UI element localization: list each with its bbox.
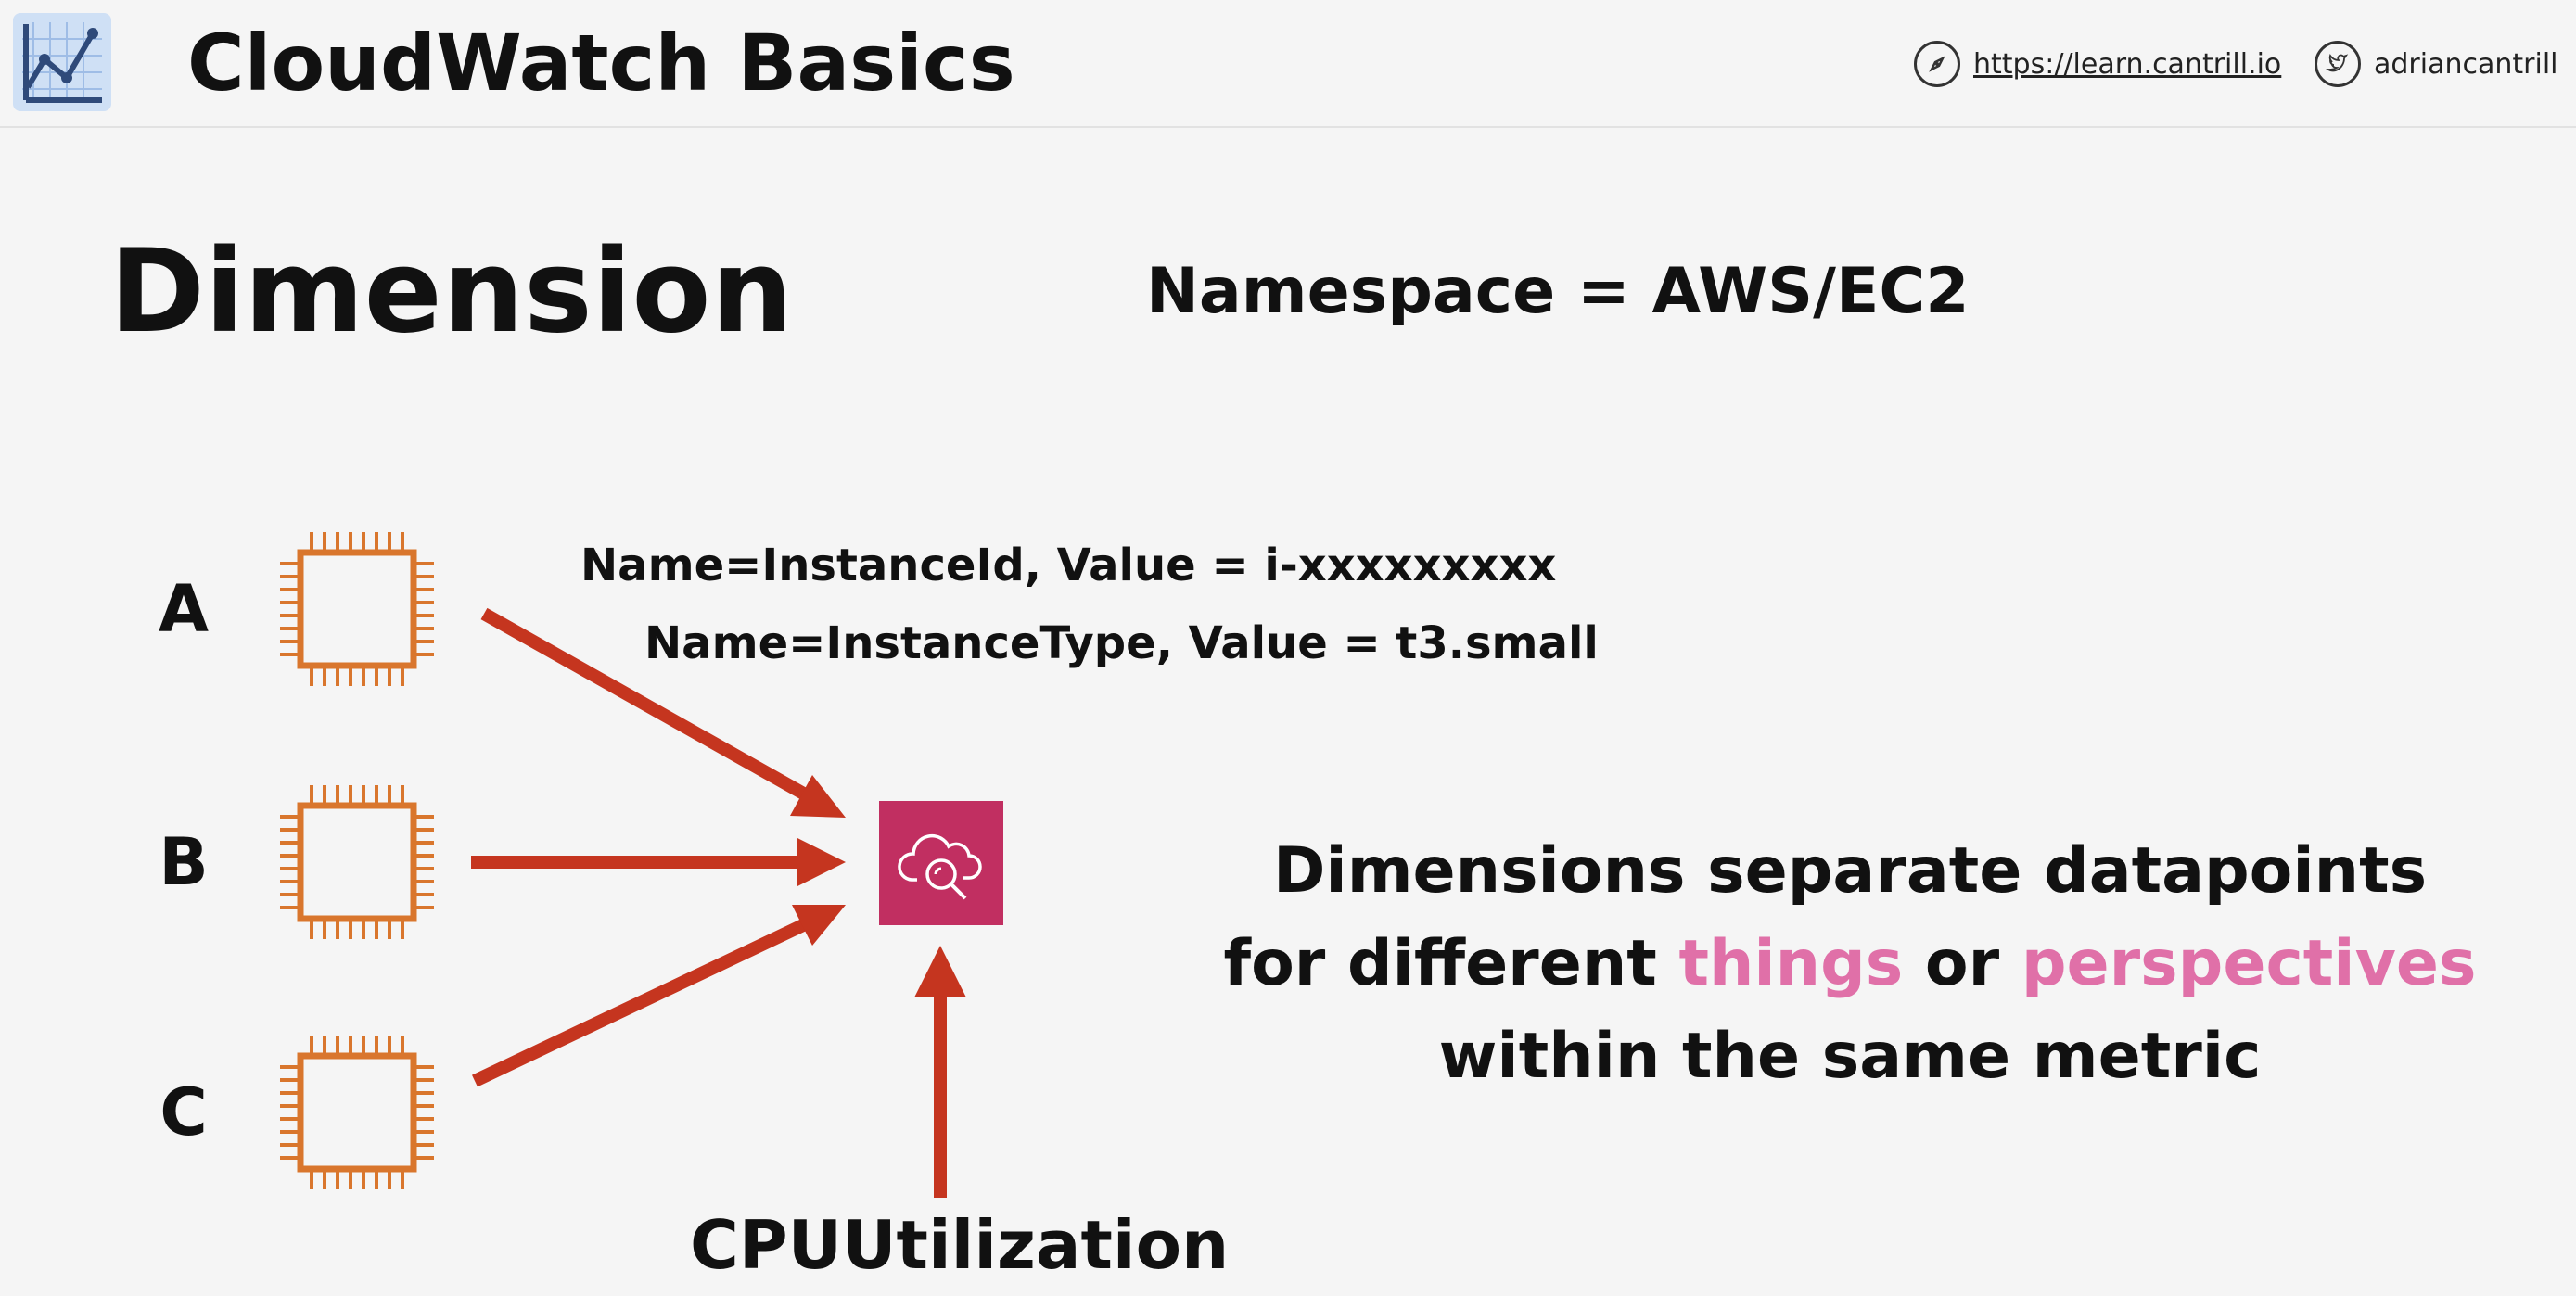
arrow-a [480,607,810,802]
cloudwatch-icon [879,801,1003,925]
explanation-note: Dimensions separate datapoints for diffe… [1196,825,2504,1103]
note-highlight-perspectives: perspectives [2021,927,2477,1000]
metric-label: CPUUtilization [690,1206,1230,1284]
note-line-2: for different things or perspectives [1196,918,2504,1010]
note-text: or [1903,927,2021,1000]
note-line-3: within the same metric [1438,1020,2262,1093]
note-highlight-things: things [1678,927,1904,1000]
note-text: for different [1223,927,1679,1000]
arrow-c [471,919,807,1087]
note-line-1: Dimensions separate datapoints [1272,834,2428,908]
